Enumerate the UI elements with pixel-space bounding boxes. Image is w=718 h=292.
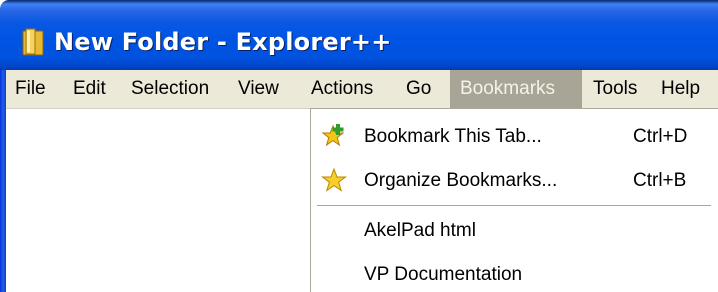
menu-item-label: Bookmark This Tab... — [364, 126, 542, 147]
menu-item-bookmark-this-tab[interactable]: Bookmark This Tab... Ctrl+D — [311, 115, 718, 159]
menu-bookmarks[interactable]: Bookmarks — [450, 70, 582, 108]
menu-actions[interactable]: Actions — [302, 70, 382, 108]
star-icon — [321, 167, 347, 192]
menu-tools[interactable]: Tools — [584, 70, 646, 108]
bookmarks-dropdown-menu: Bookmark This Tab... Ctrl+D Organize Boo… — [310, 108, 718, 292]
menu-item-label: VP Documentation — [364, 264, 523, 285]
menu-separator — [317, 205, 711, 207]
shortcut-label: Ctrl+D — [633, 126, 688, 147]
menu-edit[interactable]: Edit — [64, 70, 115, 108]
folder-icon — [22, 28, 44, 56]
menu-help[interactable]: Help — [652, 70, 709, 108]
bookmark-akelpad-html[interactable]: AkelPad html — [311, 209, 718, 253]
menu-item-label: Organize Bookmarks... — [364, 170, 558, 191]
menu-go[interactable]: Go — [397, 70, 440, 108]
menu-file[interactable]: File — [6, 70, 55, 108]
menu-view[interactable]: View — [229, 70, 288, 108]
bookmark-add-star-icon — [321, 124, 345, 147]
menu-selection[interactable]: Selection — [122, 70, 218, 108]
bookmark-vp-documentation[interactable]: VP Documentation — [311, 253, 718, 292]
window-title: New Folder - Explorer++ — [54, 28, 392, 56]
title-bar[interactable]: New Folder - Explorer++ — [0, 0, 718, 70]
shortcut-label: Ctrl+B — [633, 170, 687, 191]
menu-bar: File Edit Selection View Actions Go Book… — [6, 70, 718, 109]
explorer-window: New Folder - Explorer++ File Edit Select… — [0, 0, 718, 292]
menu-item-organize-bookmarks[interactable]: Organize Bookmarks... Ctrl+B — [311, 159, 718, 203]
menu-item-label: AkelPad html — [364, 220, 476, 241]
